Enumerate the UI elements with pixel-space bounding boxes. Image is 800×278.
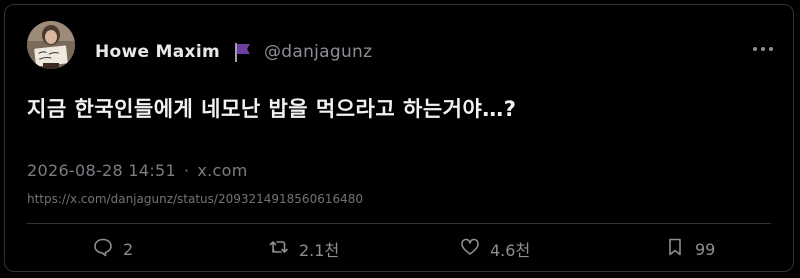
bookmark-button[interactable]: 99 bbox=[665, 237, 715, 261]
tweet-timestamp[interactable]: 2026-08-28 14:51 bbox=[27, 161, 176, 180]
author-handle[interactable]: @danjagunz bbox=[264, 42, 372, 62]
avatar[interactable] bbox=[27, 21, 75, 69]
heart-icon bbox=[460, 237, 480, 261]
purple-flag-icon bbox=[232, 41, 254, 63]
tweet-text: 지금 한국인들에게 네모난 밥을 먹으라고 하는거야…? bbox=[27, 97, 517, 121]
tweet-card: Howe Maxim @danjagunz 지금 한국인들에게 네모난 밥을 먹… bbox=[4, 4, 794, 272]
divider bbox=[27, 223, 771, 224]
author-row: Howe Maxim @danjagunz bbox=[95, 40, 372, 64]
bookmark-count: 99 bbox=[695, 239, 716, 259]
tweet-meta: 2026-08-28 14:51 · x.com bbox=[27, 161, 248, 180]
like-count: 4.6천 bbox=[490, 241, 531, 260]
more-options-icon[interactable] bbox=[751, 39, 775, 59]
reply-icon bbox=[93, 237, 113, 261]
meta-separator: · bbox=[183, 161, 190, 180]
reply-count: 2 bbox=[123, 239, 134, 259]
retweet-icon bbox=[269, 237, 289, 261]
author-display-name[interactable]: Howe Maxim bbox=[95, 42, 220, 62]
reply-button[interactable]: 2 bbox=[93, 237, 133, 261]
avatar-image bbox=[27, 21, 75, 69]
action-bar: 2 2.1천 4.6천 99 bbox=[5, 237, 793, 261]
retweet-count: 2.1천 bbox=[299, 241, 340, 260]
retweet-button[interactable]: 2.1천 bbox=[269, 237, 339, 261]
bookmark-icon bbox=[665, 237, 685, 261]
tweet-source[interactable]: x.com bbox=[197, 161, 247, 180]
like-button[interactable]: 4.6천 bbox=[460, 237, 530, 261]
tweet-url[interactable]: https://x.com/danjagunz/status/209321491… bbox=[27, 192, 363, 206]
